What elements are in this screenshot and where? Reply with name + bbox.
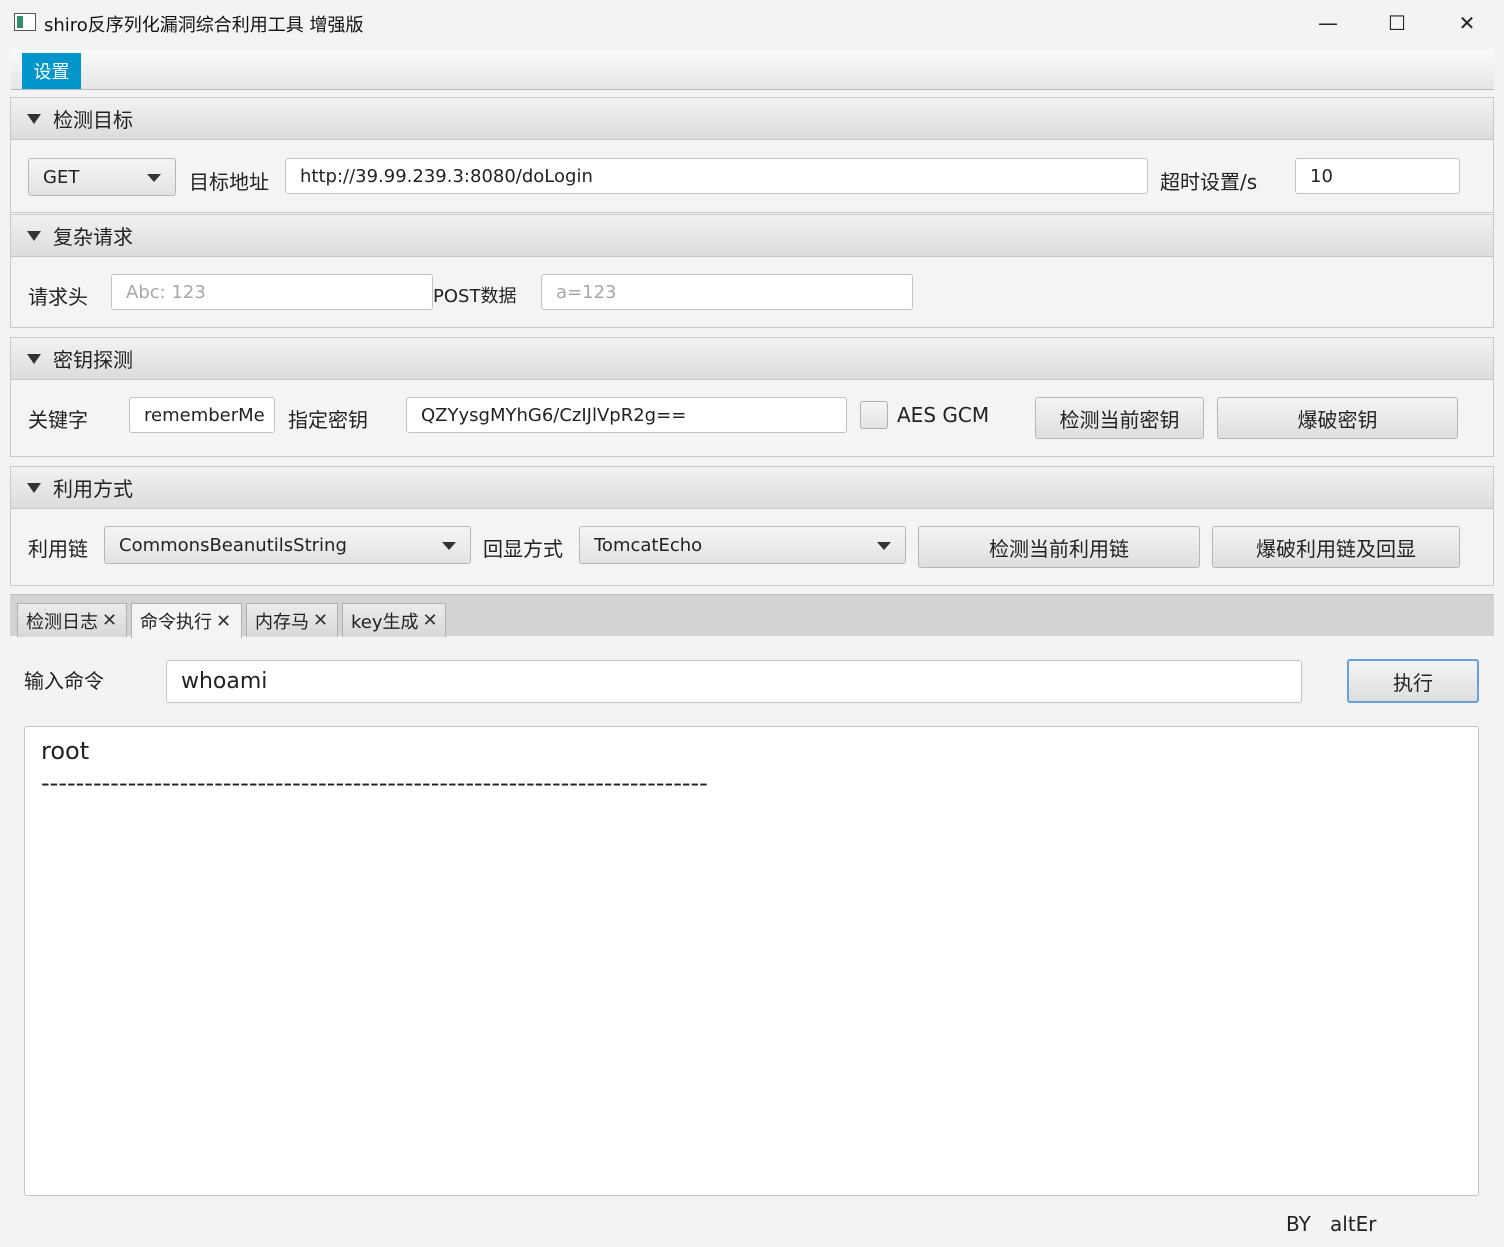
url-label: 目标地址 [189,170,269,194]
app-window-icon [14,13,36,31]
menu-settings[interactable]: 设置 [22,53,81,89]
aes-gcm-checkbox[interactable] [860,401,888,429]
tab-key-gen[interactable]: key生成 ✕ [342,603,446,637]
tab-label: 检测日志 [26,611,98,633]
output-line: root [41,737,90,765]
exploit-pane-header[interactable]: 利用方式 [11,467,1493,509]
chevron-down-icon [147,174,161,182]
collapse-triangle-icon [27,230,41,241]
echo-label: 回显方式 [483,537,563,561]
maximize-button[interactable]: ☐ [1377,8,1417,38]
complex-pane-title: 复杂请求 [53,225,133,249]
method-select[interactable]: GET [28,158,176,196]
post-data-input[interactable]: a=123 [541,274,913,310]
target-pane: 检测目标 GET 目标地址 http://39.99.239.3:8080/do… [10,97,1494,213]
close-icon[interactable]: ✕ [216,611,231,632]
command-label: 输入命令 [24,669,104,693]
complex-pane-header[interactable]: 复杂请求 [11,215,1493,257]
tab-detect-log[interactable]: 检测日志 ✕ [17,603,127,637]
window-title: shiro反序列化漏洞综合利用工具 增强版 [44,15,364,36]
detect-key-button[interactable]: 检测当前密钥 [1035,397,1204,439]
headers-label: 请求头 [28,285,88,309]
timeout-input[interactable]: 10 [1295,158,1460,194]
key-label: 指定密钥 [288,408,368,432]
echo-value: TomcatEcho [594,534,703,556]
key-detect-pane: 密钥探测 关键字 rememberMe 指定密钥 QZYysgMYhG6/CzI… [10,337,1494,457]
chain-select[interactable]: CommonsBeanutilsString [104,526,471,564]
key-pane-title: 密钥探测 [53,348,133,372]
footer-by: BY [1286,1212,1311,1236]
collapse-triangle-icon [27,113,41,124]
menu-bar: 设置 [11,50,1494,90]
timeout-label: 超时设置/s [1160,170,1258,194]
collapse-triangle-icon [27,353,41,364]
method-value: GET [43,166,80,188]
chain-value: CommonsBeanutilsString [119,534,347,556]
url-input[interactable]: http://39.99.239.3:8080/doLogin [285,158,1148,194]
output-line: ----------------------------------------… [41,769,708,797]
chevron-down-icon [877,542,891,550]
close-icon[interactable]: ✕ [313,610,328,631]
detect-chain-button[interactable]: 检测当前利用链 [918,526,1200,568]
headers-input[interactable]: Abc: 123 [111,274,433,310]
exploit-pane: 利用方式 利用链 CommonsBeanutilsString 回显方式 Tom… [10,466,1494,586]
keyword-label: 关键字 [28,408,88,432]
tab-command-exec[interactable]: 命令执行 ✕ [131,603,242,638]
tab-label: 内存马 [255,611,309,633]
echo-select[interactable]: TomcatEcho [579,526,906,564]
title-bar: shiro反序列化漏洞综合利用工具 增强版 — ☐ ✕ [0,0,1504,46]
close-icon[interactable]: ✕ [102,610,117,631]
exploit-pane-title: 利用方式 [53,477,133,501]
close-icon[interactable]: ✕ [423,610,438,631]
post-data-label: POST数据 [433,286,517,307]
keyword-input[interactable]: rememberMe [129,397,275,433]
chevron-down-icon [442,542,456,550]
chain-label: 利用链 [28,537,88,561]
target-pane-title: 检测目标 [53,108,133,132]
close-button[interactable]: ✕ [1447,8,1487,38]
brute-key-button[interactable]: 爆破密钥 [1217,397,1458,439]
brute-chain-button[interactable]: 爆破利用链及回显 [1212,526,1460,568]
tab-label: 命令执行 [140,612,212,633]
collapse-triangle-icon [27,482,41,493]
tab-memshell[interactable]: 内存马 ✕ [246,603,338,637]
key-pane-header[interactable]: 密钥探测 [11,338,1493,380]
complex-request-pane: 复杂请求 请求头 Abc: 123 POST数据 a=123 [10,214,1494,328]
command-output[interactable]: root -----------------------------------… [24,726,1479,1196]
execute-button[interactable]: 执行 [1347,659,1479,703]
key-input[interactable]: QZYysgMYhG6/CzIJlVpR2g== [406,397,847,433]
footer-author: altEr [1330,1212,1377,1236]
aes-gcm-label: AES GCM [897,403,990,427]
target-pane-header[interactable]: 检测目标 [11,98,1493,140]
tab-label: key生成 [351,611,419,633]
minimize-button[interactable]: — [1308,8,1348,38]
command-input[interactable]: whoami [166,660,1302,703]
tab-bar: 检测日志 ✕ 命令执行 ✕ 内存马 ✕ key生成 ✕ [10,594,1494,638]
